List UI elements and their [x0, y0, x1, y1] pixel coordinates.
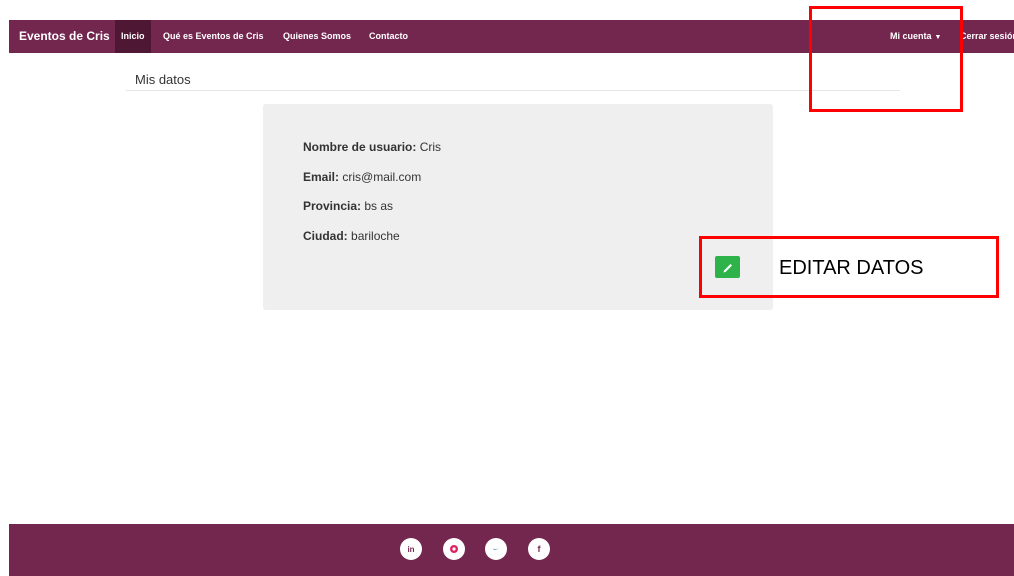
- brand-link[interactable]: Eventos de Cris: [19, 20, 110, 53]
- nav-inicio[interactable]: Inicio: [115, 20, 151, 53]
- province-label: Provincia:: [303, 199, 362, 213]
- account-annotation-box: [809, 6, 963, 112]
- province-value: bs as: [364, 199, 394, 213]
- username-value: Cris: [419, 140, 442, 154]
- edit-data-label: EDITAR DATOS: [779, 257, 924, 279]
- twitter-icon[interactable]: [485, 538, 507, 560]
- email-label: Email:: [303, 170, 340, 184]
- pinterest-icon[interactable]: [443, 538, 465, 560]
- email-value: cris@mail.com: [342, 170, 422, 184]
- twitter-glyph: [492, 546, 501, 550]
- edit-button[interactable]: [715, 256, 740, 278]
- email-row: Email: cris@mail.com: [303, 170, 421, 184]
- username-row: Nombre de usuario: Cris: [303, 140, 441, 154]
- city-row: Ciudad: bariloche: [303, 229, 400, 243]
- nav-que-es[interactable]: Qué es Eventos de Cris: [163, 20, 264, 53]
- city-label: Ciudad:: [303, 229, 348, 243]
- pencil-icon: [723, 264, 732, 273]
- city-value: bariloche: [351, 229, 400, 243]
- pinterest-glyph: [450, 545, 458, 553]
- title-divider: [126, 90, 900, 91]
- page-title: Mis datos: [135, 72, 191, 87]
- province-row: Provincia: bs as: [303, 199, 393, 213]
- username-label: Nombre de usuario:: [303, 140, 417, 154]
- logout-link[interactable]: Cerrar sesión: [960, 20, 1014, 53]
- profile-card: Nombre de usuario: Cris Email: cris@mail…: [263, 104, 773, 310]
- facebook-icon[interactable]: f: [528, 538, 550, 560]
- nav-quienes-somos[interactable]: Quienes Somos: [283, 20, 351, 53]
- linkedin-icon[interactable]: in: [400, 538, 422, 560]
- footer: in f: [9, 524, 1014, 576]
- nav-contacto[interactable]: Contacto: [369, 20, 408, 53]
